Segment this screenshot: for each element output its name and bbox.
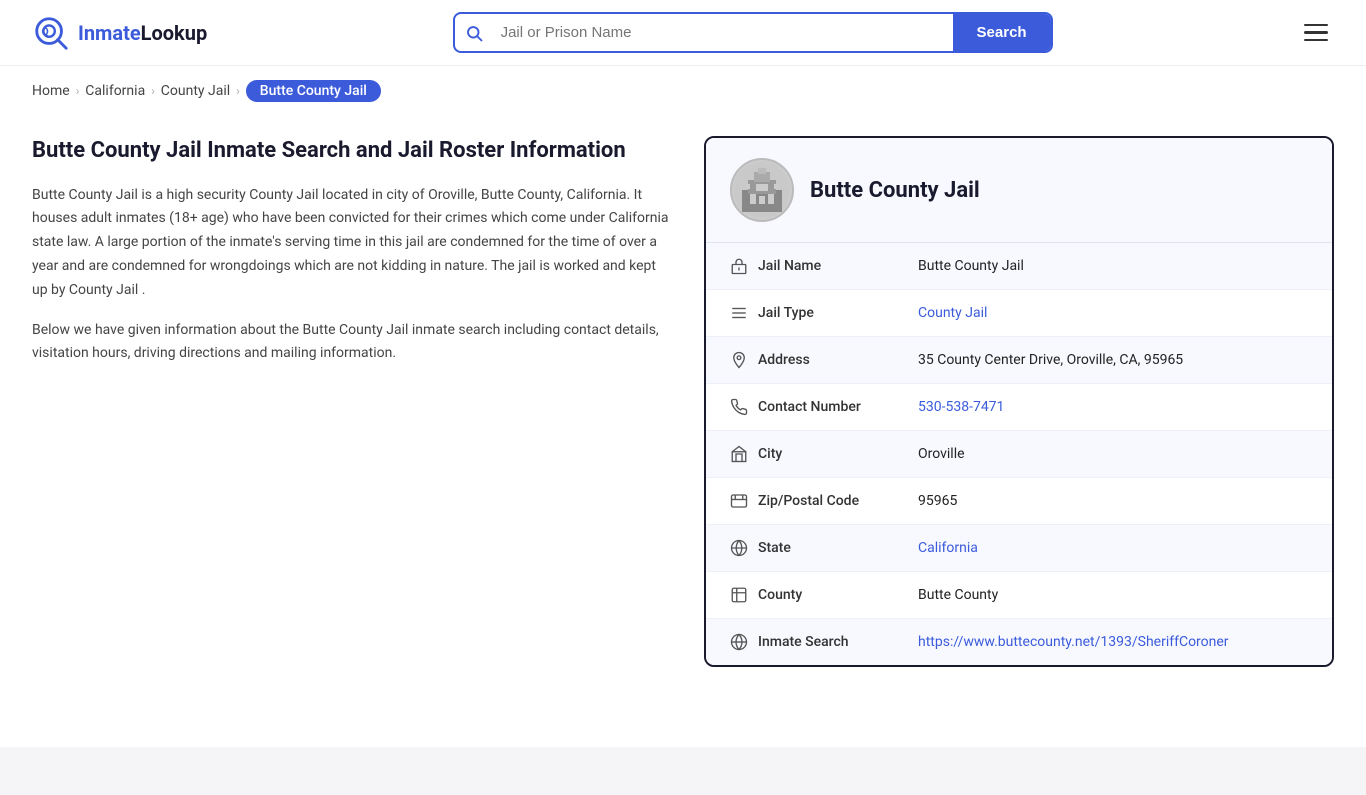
page-heading: Butte County Jail Inmate Search and Jail… bbox=[32, 136, 672, 166]
state-label: State bbox=[758, 540, 918, 556]
info-row-city: City Oroville bbox=[706, 431, 1332, 478]
county-label: County bbox=[758, 587, 918, 603]
search-input[interactable] bbox=[493, 14, 953, 51]
phone-icon bbox=[730, 398, 758, 416]
jail-type-label: Jail Type bbox=[758, 305, 918, 321]
search-area: Search bbox=[453, 12, 1053, 53]
menu-button[interactable] bbox=[1298, 18, 1334, 48]
logo-link[interactable]: Q InmateLookup bbox=[32, 14, 207, 52]
footer-bar bbox=[0, 747, 1366, 795]
search-wrapper: Search bbox=[453, 12, 1053, 53]
info-card: Butte County Jail Jail Name Butte County… bbox=[704, 136, 1334, 667]
breadcrumb-county-jail[interactable]: County Jail bbox=[161, 83, 230, 99]
jail-name-label: Jail Name bbox=[758, 258, 918, 274]
description-para-1: Butte County Jail is a high security Cou… bbox=[32, 184, 672, 303]
info-card-title: Butte County Jail bbox=[810, 178, 980, 203]
jail-type-value: County Jail bbox=[918, 305, 987, 321]
zip-value: 95965 bbox=[918, 493, 957, 509]
state-value: California bbox=[918, 540, 978, 556]
breadcrumb-home[interactable]: Home bbox=[32, 83, 70, 99]
contact-label: Contact Number bbox=[758, 399, 918, 415]
search-button[interactable]: Search bbox=[953, 14, 1051, 51]
left-panel: Butte County Jail Inmate Search and Jail… bbox=[32, 136, 672, 382]
info-row-address: Address 35 County Center Drive, Oroville… bbox=[706, 337, 1332, 384]
info-row-county: County Butte County bbox=[706, 572, 1332, 619]
city-label: City bbox=[758, 446, 918, 462]
web-icon bbox=[730, 633, 758, 651]
info-card-header: Butte County Jail bbox=[706, 138, 1332, 243]
jail-avatar bbox=[730, 158, 794, 222]
breadcrumb: Home › California › County Jail › Butte … bbox=[0, 66, 1366, 116]
inmate-search-label: Inmate Search bbox=[758, 634, 918, 650]
logo-text: InmateLookup bbox=[78, 21, 207, 45]
info-row-contact: Contact Number 530-538-7471 bbox=[706, 384, 1332, 431]
breadcrumb-sep-3: › bbox=[236, 84, 240, 98]
county-icon bbox=[730, 586, 758, 604]
address-value: 35 County Center Drive, Oroville, CA, 95… bbox=[918, 352, 1183, 368]
state-link[interactable]: California bbox=[918, 540, 978, 556]
type-icon bbox=[730, 304, 758, 322]
jail-building-icon bbox=[734, 162, 790, 218]
info-row-state: State California bbox=[706, 525, 1332, 572]
info-row-zip: Zip/Postal Code 95965 bbox=[706, 478, 1332, 525]
breadcrumb-sep-2: › bbox=[151, 84, 155, 98]
header: Q InmateLookup Search bbox=[0, 0, 1366, 66]
breadcrumb-california[interactable]: California bbox=[85, 83, 145, 99]
main-content: Butte County Jail Inmate Search and Jail… bbox=[0, 116, 1366, 707]
description-para-2: Below we have given information about th… bbox=[32, 319, 672, 367]
inmate-search-value: https://www.buttecounty.net/1393/Sheriff… bbox=[918, 634, 1229, 650]
phone-link[interactable]: 530-538-7471 bbox=[918, 399, 1004, 415]
info-row-jail-type: Jail Type County Jail bbox=[706, 290, 1332, 337]
zip-label: Zip/Postal Code bbox=[758, 493, 918, 509]
jail-type-link[interactable]: County Jail bbox=[918, 305, 987, 321]
contact-value: 530-538-7471 bbox=[918, 399, 1004, 415]
state-icon bbox=[730, 539, 758, 557]
address-label: Address bbox=[758, 352, 918, 368]
info-row-inmate-search: Inmate Search https://www.buttecounty.ne… bbox=[706, 619, 1332, 665]
jail-icon bbox=[730, 257, 758, 275]
inmate-search-link[interactable]: https://www.buttecounty.net/1393/Sheriff… bbox=[918, 634, 1229, 650]
city-icon bbox=[730, 445, 758, 463]
county-value: Butte County bbox=[918, 587, 998, 603]
svg-text:Q: Q bbox=[42, 24, 49, 37]
right-panel: Butte County Jail Jail Name Butte County… bbox=[704, 136, 1334, 667]
info-row-jail-name: Jail Name Butte County Jail bbox=[706, 243, 1332, 290]
breadcrumb-current: Butte County Jail bbox=[246, 80, 381, 102]
zip-icon bbox=[730, 492, 758, 510]
jail-name-value: Butte County Jail bbox=[918, 258, 1024, 274]
address-icon bbox=[730, 351, 758, 369]
city-value: Oroville bbox=[918, 446, 965, 462]
breadcrumb-sep-1: › bbox=[76, 84, 80, 98]
search-icon bbox=[455, 24, 493, 42]
logo-icon: Q bbox=[32, 14, 70, 52]
